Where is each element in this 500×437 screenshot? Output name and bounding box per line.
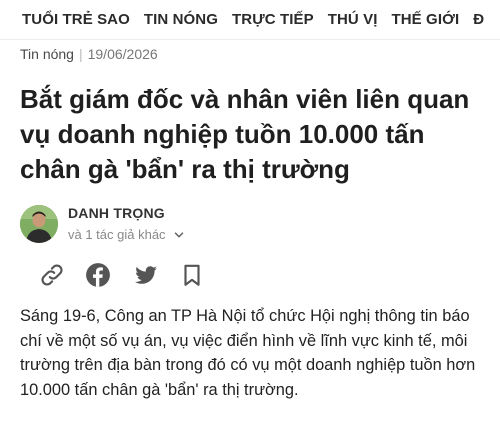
bookmark-icon[interactable] — [179, 262, 205, 288]
nav-item-truncated[interactable]: Đ — [473, 11, 484, 28]
author-block: DANH TRỌNG và 1 tác giả khác — [20, 200, 320, 246]
nav-item-thu-vi[interactable]: THÚ VỊ — [328, 11, 378, 28]
link-icon[interactable] — [39, 262, 65, 288]
chevron-down-icon — [174, 231, 183, 237]
facebook-icon[interactable] — [85, 262, 111, 288]
category-link[interactable]: Tin nóng — [20, 46, 74, 62]
other-authors-label: và 1 tác giả khác — [68, 227, 166, 242]
meta-separator: | — [78, 46, 83, 62]
nav-item-tin-nong[interactable]: TIN NÓNG — [144, 11, 218, 28]
nav-item-truc-tiep[interactable]: TRỰC TIẾP — [232, 11, 314, 28]
publish-date: 19/06/2026 — [87, 46, 158, 62]
share-bar — [34, 262, 234, 290]
article-meta: Tin nóng | 19/06/2026 — [20, 46, 158, 62]
nav-item-tuoi-tre-sao[interactable]: TUỔI TRẺ SAO — [22, 11, 130, 28]
article-lead: Sáng 19-6, Công an TP Hà Nội tổ chức Hội… — [20, 307, 476, 399]
top-navigation: TUỔI TRẺ SAO TIN NÓNG TRỰC TIẾP THÚ VỊ T… — [0, 0, 500, 40]
article-title: Bắt giám đốc và nhân viên liên quan vụ d… — [20, 84, 470, 184]
twitter-icon[interactable] — [133, 262, 159, 288]
author-name[interactable]: DANH TRỌNG — [68, 205, 165, 221]
nav-item-the-gioi[interactable]: THẾ GIỚI — [391, 11, 459, 28]
author-avatar[interactable] — [20, 205, 58, 243]
other-authors-toggle[interactable]: và 1 tác giả khác — [68, 227, 184, 242]
